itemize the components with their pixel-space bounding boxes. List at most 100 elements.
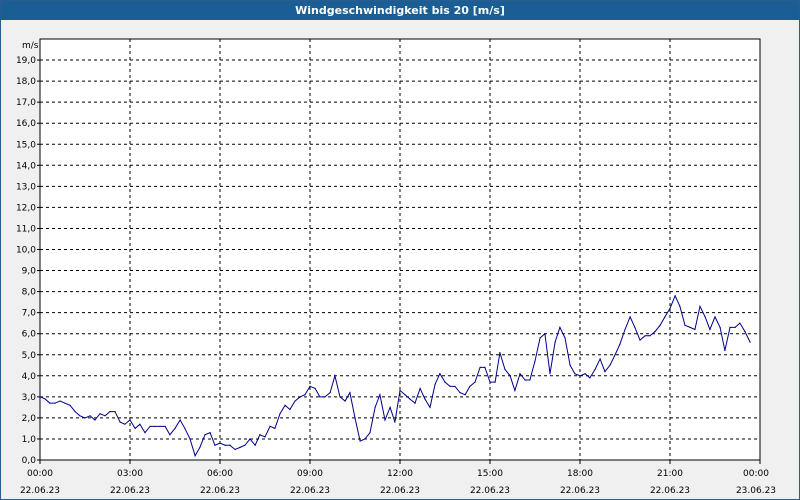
data-point [194, 455, 196, 457]
data-point [569, 364, 571, 366]
y-tick-label: 13,0 [16, 182, 36, 192]
data-point [254, 444, 256, 446]
y-tick-label: 5,0 [22, 351, 37, 361]
data-point [559, 326, 561, 328]
data-point [159, 425, 161, 427]
data-point [224, 444, 226, 446]
data-point [609, 364, 611, 366]
data-point [174, 427, 176, 430]
data-point [39, 396, 41, 398]
data-point [94, 419, 96, 421]
x-tick-time: 00:00 [27, 469, 53, 479]
data-point [259, 434, 261, 436]
data-point [59, 400, 61, 402]
data-point [139, 423, 141, 425]
data-point [489, 381, 491, 383]
data-point [719, 326, 721, 328]
data-point [69, 404, 71, 406]
data-point [184, 427, 186, 430]
data-point [154, 425, 156, 427]
y-tick-label: 9,0 [22, 267, 37, 277]
data-point [724, 349, 726, 352]
data-point [409, 398, 411, 400]
data-point [269, 425, 271, 427]
data-point [619, 343, 621, 345]
data-point [289, 408, 291, 411]
y-tick-label: 15,0 [16, 140, 36, 150]
y-tick-label: 12,0 [16, 203, 36, 213]
data-point [629, 316, 631, 318]
data-point [519, 373, 521, 375]
data-point [604, 370, 606, 373]
data-point [614, 354, 616, 356]
x-tick-date: 22.06.23 [560, 486, 600, 496]
data-point [339, 396, 341, 398]
data-point [349, 392, 351, 394]
y-tick-label: 11,0 [16, 224, 36, 234]
data-point [744, 330, 746, 333]
x-tick-date: 22.06.23 [470, 486, 510, 496]
data-point [574, 373, 576, 375]
data-point [709, 328, 711, 331]
data-point [234, 448, 236, 451]
data-point [44, 398, 46, 400]
data-point [679, 305, 681, 307]
data-point [734, 326, 736, 328]
data-point [229, 444, 231, 446]
data-point [109, 410, 111, 413]
data-point [544, 333, 546, 335]
data-point [479, 366, 481, 368]
data-point [144, 432, 146, 434]
data-point [54, 402, 56, 404]
data-point [249, 438, 251, 440]
data-point [684, 324, 686, 326]
x-tick-date: 22.06.23 [110, 486, 150, 496]
x-tick-date: 22.06.23 [20, 486, 60, 496]
x-tick-time: 06:00 [207, 469, 233, 479]
data-point [104, 415, 106, 417]
data-point [384, 419, 386, 421]
y-tick-label: 7,0 [22, 309, 37, 319]
y-tick-label: 2,0 [22, 414, 37, 424]
x-tick-date: 23.06.23 [736, 486, 776, 496]
data-point [534, 360, 536, 362]
data-point [369, 432, 371, 434]
data-point [294, 400, 296, 402]
data-point [659, 324, 661, 326]
data-point [379, 394, 381, 396]
data-point [624, 328, 626, 331]
data-point [374, 406, 376, 408]
data-point [699, 305, 701, 307]
data-point [419, 387, 421, 390]
data-point [504, 368, 506, 371]
x-tick-date: 22.06.23 [200, 486, 240, 496]
data-point [284, 404, 286, 406]
data-point [639, 339, 641, 341]
data-point [274, 427, 276, 430]
data-point [469, 385, 471, 387]
data-point [549, 373, 551, 375]
data-point [114, 410, 116, 413]
x-tick-time: 09:00 [297, 469, 323, 479]
data-point [729, 326, 731, 328]
data-point [499, 352, 501, 354]
x-tick-date: 22.06.23 [650, 486, 690, 496]
y-tick-label: 1,0 [22, 435, 37, 445]
data-point [189, 438, 191, 440]
data-point [324, 396, 326, 398]
x-axis: 00:00 22.06.23 03:00 22.06.23 06:00 22.06.23 0… [20, 460, 776, 496]
data-point [299, 396, 301, 398]
data-point [674, 295, 676, 297]
data-point [654, 330, 656, 333]
data-point [264, 436, 266, 438]
data-point [424, 398, 426, 400]
data-point [134, 427, 136, 430]
y-axis-label: m/s [22, 41, 39, 51]
data-point [749, 341, 751, 343]
data-point [509, 375, 511, 377]
data-point [464, 394, 466, 396]
grid [40, 39, 760, 460]
x-tick-date: 22.06.23 [380, 486, 420, 496]
y-tick-label: 10,0 [16, 246, 36, 256]
data-point [399, 389, 401, 392]
